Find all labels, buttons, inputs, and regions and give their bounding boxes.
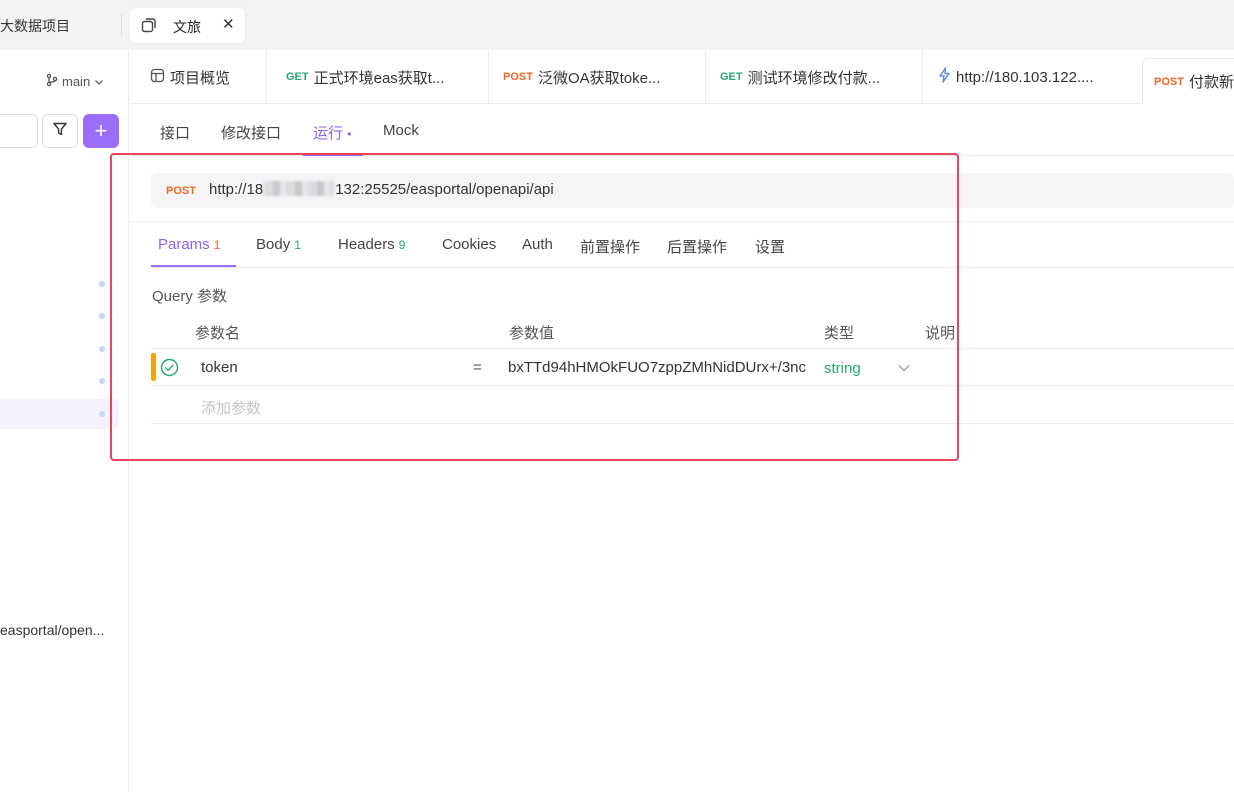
- tab-mock[interactable]: Mock: [383, 122, 419, 139]
- tree-dot: [99, 378, 105, 384]
- tab-auth[interactable]: Auth: [522, 236, 553, 253]
- column-header-name: 参数名: [195, 325, 241, 342]
- table-divider: [151, 385, 1234, 386]
- section-divider: [130, 221, 1234, 222]
- param-type[interactable]: string: [824, 360, 861, 377]
- project-name[interactable]: 大数据项目: [0, 16, 70, 36]
- tab-headers[interactable]: Headers 9: [338, 236, 405, 253]
- tab-label: http://180.103.122....: [956, 68, 1094, 86]
- param-name[interactable]: token: [201, 359, 238, 376]
- param-tab-bar: Params 1 Body 1 Headers 9 Cookies Auth 前置操作…: [151, 224, 1234, 268]
- tab-api-post-active[interactable]: POST 付款新: [1142, 58, 1234, 104]
- tab-label: 测试环境修改付款...: [747, 69, 881, 87]
- search-input[interactable]: [0, 114, 38, 148]
- tree-dot: [99, 281, 105, 287]
- row-drag-handle[interactable]: [151, 353, 156, 381]
- active-tab-underline: [151, 265, 236, 267]
- tab-body[interactable]: Body 1: [256, 236, 301, 253]
- filter-button[interactable]: [42, 114, 78, 148]
- add-button[interactable]: +: [83, 114, 119, 148]
- lightning-icon: [938, 67, 951, 87]
- chevron-down-icon[interactable]: [897, 361, 911, 373]
- tab-api-get-1[interactable]: GET 正式环境eas获取t...: [286, 50, 489, 104]
- branch-selector[interactable]: main: [46, 73, 104, 90]
- window-tab-label: 文旅: [173, 19, 201, 35]
- tab-edit-interface[interactable]: 修改接口: [221, 122, 281, 143]
- request-url[interactable]: http://18 132:25525/easportal/openapi/api: [209, 181, 554, 198]
- query-section-label: Query 参数: [152, 288, 228, 305]
- param-equals: =: [473, 359, 482, 376]
- url-prefix: http://18: [209, 181, 264, 198]
- tab-run[interactable]: 运行 •: [313, 122, 351, 143]
- tab-post-operation[interactable]: 后置操作: [667, 236, 727, 257]
- tab-interface[interactable]: 接口: [160, 122, 190, 143]
- column-header-desc: 说明: [925, 325, 956, 342]
- tab-pre-operation[interactable]: 前置操作: [580, 236, 640, 257]
- overview-icon: [150, 68, 165, 87]
- tab-label: Body: [256, 236, 291, 253]
- tab-params[interactable]: Params 1: [158, 236, 220, 253]
- tree-dot: [99, 346, 105, 352]
- sidebar-item-url[interactable]: easportal/open...: [0, 622, 104, 638]
- filter-icon: [52, 121, 68, 142]
- tab-label: 付款新: [1188, 74, 1234, 91]
- api-tab-bar: 项目概览 GET 正式环境eas获取t... POST 泛微OA获取toke..…: [130, 50, 1234, 104]
- enabled-check-icon[interactable]: [160, 358, 179, 377]
- method-badge[interactable]: POST: [166, 185, 196, 197]
- tab-api-url[interactable]: http://180.103.122....: [938, 50, 1128, 104]
- method-badge: POST: [1154, 75, 1184, 88]
- method-badge: POST: [503, 71, 533, 83]
- tab-label: Params: [158, 236, 210, 253]
- branch-icon: [46, 73, 58, 90]
- request-url-bar[interactable]: POST http://18 132:25525/easportal/openap…: [151, 173, 1234, 208]
- redacted-ip: [264, 181, 335, 196]
- tab-run-label: 运行: [313, 125, 344, 142]
- count-badge: 1: [213, 238, 221, 252]
- column-header-type: 类型: [824, 325, 855, 342]
- count-badge: 1: [294, 238, 301, 252]
- tab-label: Headers: [338, 236, 395, 253]
- tab-api-post-1[interactable]: POST 泛微OA获取toke...: [503, 50, 706, 104]
- branch-name: main: [62, 74, 91, 89]
- top-divider: [121, 14, 122, 36]
- method-badge: GET: [720, 71, 743, 83]
- param-value[interactable]: bxTTd94hHMOkFUO7zppZMhNidDUrx+/3nc: [508, 359, 814, 376]
- tree-dot: [99, 411, 105, 417]
- tab-cookies[interactable]: Cookies: [442, 236, 496, 253]
- method-badge: GET: [286, 71, 309, 83]
- external-window-icon: [140, 16, 158, 34]
- tab-label: 项目概览: [170, 69, 231, 87]
- table-divider: [151, 348, 1234, 349]
- sidebar: main + easportal/open...: [0, 50, 129, 792]
- tab-label: 正式环境eas获取t...: [313, 69, 445, 87]
- column-header-value: 参数值: [509, 325, 555, 342]
- tab-settings[interactable]: 设置: [755, 236, 785, 257]
- url-suffix: 132:25525/easportal/openapi/api: [335, 181, 554, 198]
- tab-api-get-2[interactable]: GET 测试环境修改付款...: [720, 50, 923, 104]
- chevron-down-icon: [94, 74, 104, 89]
- table-divider: [151, 423, 1234, 424]
- tab-project-overview[interactable]: 项目概览: [150, 50, 268, 104]
- active-tab-underline: [303, 154, 363, 156]
- count-badge: 9: [398, 238, 406, 252]
- unsaved-dot: •: [347, 127, 352, 141]
- sub-tab-bar: 接口 修改接口 运行 • Mock: [130, 104, 1234, 156]
- tab-label: 泛微OA获取toke...: [537, 69, 661, 87]
- window-tab-wenlv[interactable]: 文旅 ✕: [130, 8, 245, 43]
- close-tab-icon[interactable]: ✕: [222, 15, 235, 33]
- tree-dot: [99, 313, 105, 319]
- add-param-input[interactable]: 添加参数: [201, 397, 261, 418]
- top-bar: 大数据项目 文旅 ✕: [0, 0, 1234, 50]
